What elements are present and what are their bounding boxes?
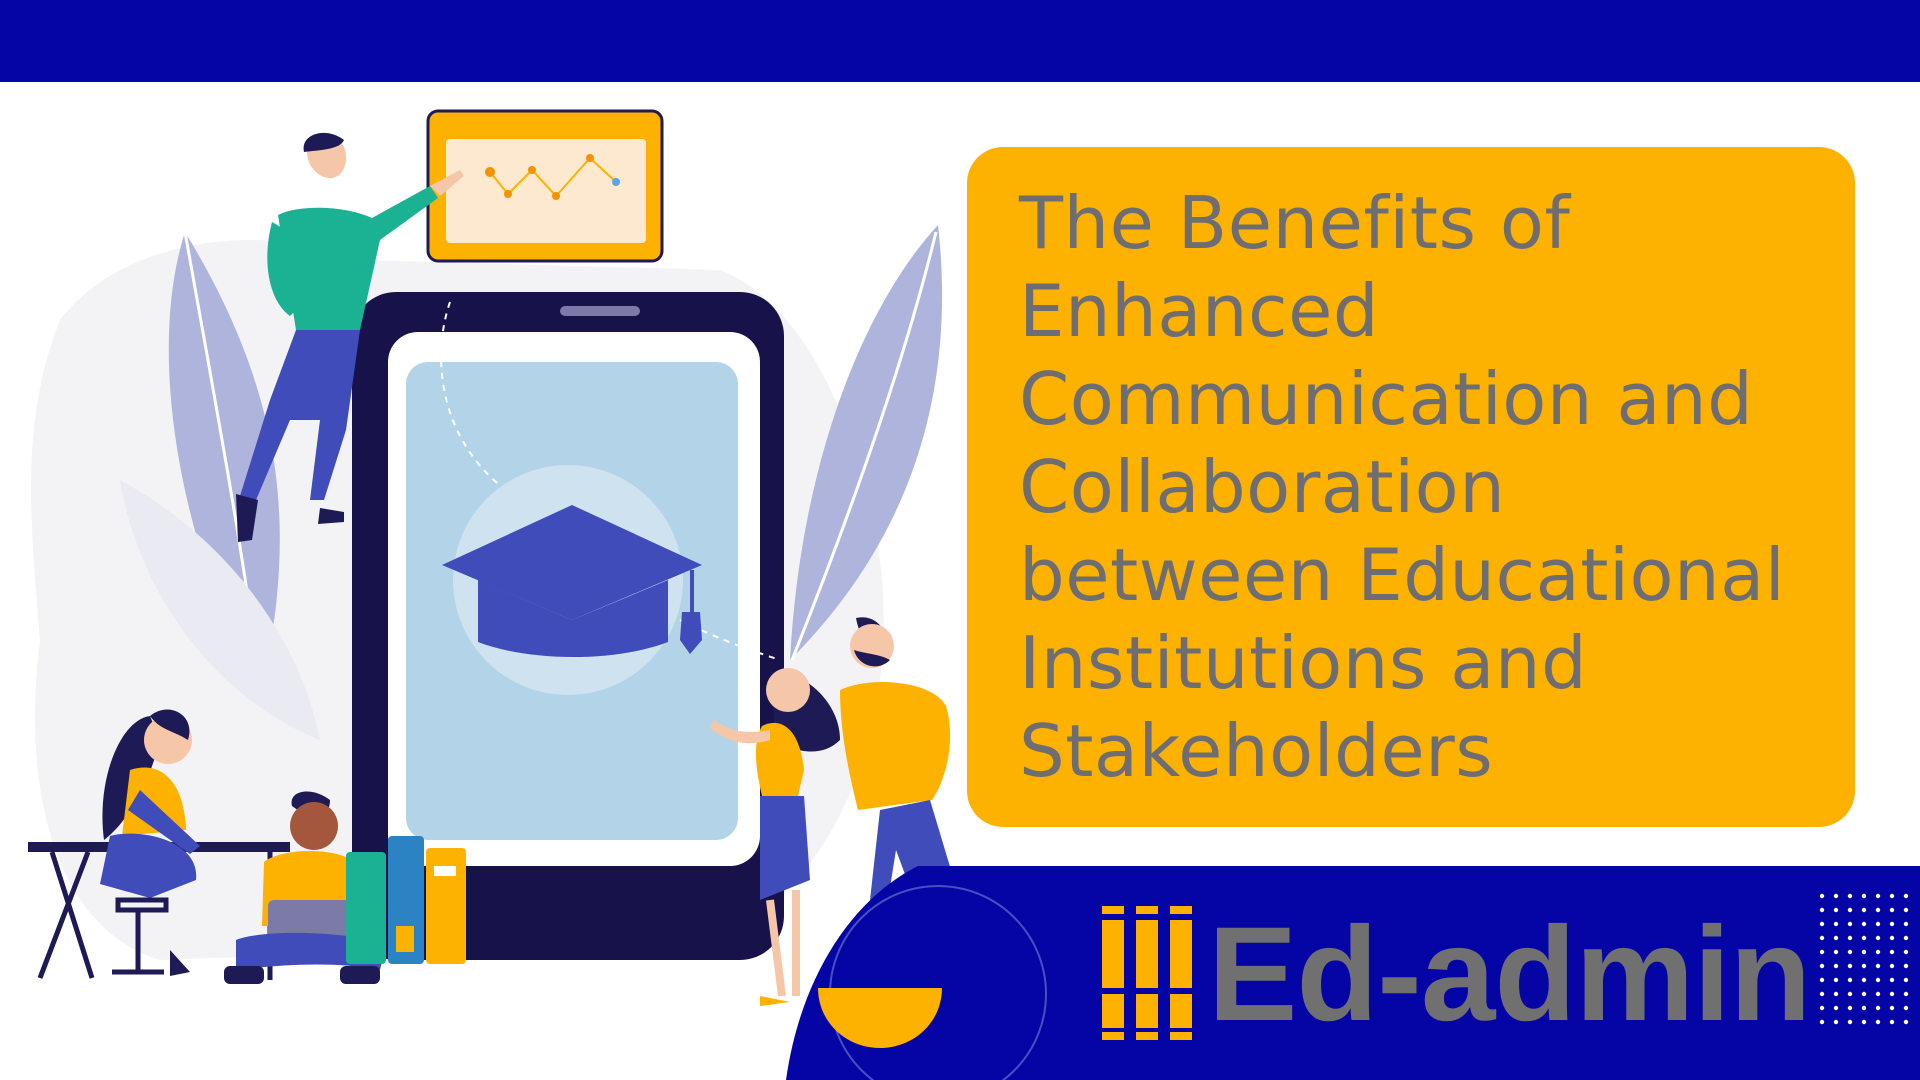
books-stack [346, 836, 466, 964]
dot-grid [1819, 893, 1909, 1025]
line-chart-icon [426, 109, 664, 263]
bookshelf-icon [1102, 906, 1192, 1040]
bearded-man [840, 617, 960, 904]
brand-logo-text: Ed-admin [1208, 900, 1811, 1049]
title-card: The Benefits of Enhanced Communication a… [967, 147, 1855, 827]
page-title: The Benefits of Enhanced Communication a… [1019, 181, 1786, 793]
top-bar [0, 0, 1920, 82]
phone-speaker [560, 306, 640, 316]
education-illustration [28, 109, 960, 1006]
